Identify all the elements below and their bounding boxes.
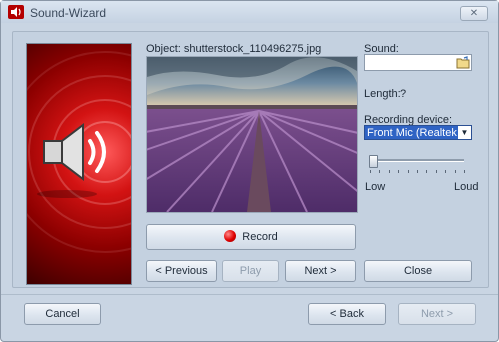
volume-slider-track [370, 159, 464, 162]
length-label: Length: [364, 88, 401, 100]
previous-media-label: < Previous [155, 265, 208, 277]
recording-device-select[interactable]: Front Mic (Realtek HD Audio) ▼ [364, 125, 472, 140]
next-media-button[interactable]: Next > [285, 260, 356, 282]
next-button[interactable]: Next > [398, 303, 476, 325]
record-label: Record [242, 231, 278, 243]
volume-tick [379, 170, 380, 173]
chevron-down-icon[interactable]: ▼ [458, 126, 471, 139]
record-button[interactable]: Record [146, 224, 356, 250]
close-icon: ✕ [469, 8, 479, 19]
close-button[interactable]: Close [364, 260, 472, 282]
volume-slider-thumb[interactable] [368, 155, 378, 168]
volume-tick [426, 170, 427, 173]
back-button[interactable]: < Back [308, 303, 386, 325]
play-label: Play [239, 265, 262, 277]
volume-tick [455, 170, 456, 173]
volume-tick [408, 170, 409, 173]
record-dot-icon [224, 230, 237, 242]
volume-tick [436, 170, 437, 173]
volume-low-label: Low [365, 181, 386, 193]
window-close-button[interactable]: ✕ [460, 6, 488, 21]
footer-divider [1, 294, 498, 295]
volume-tick [398, 170, 399, 173]
volume-tick [370, 170, 371, 173]
volume-tick [445, 170, 446, 173]
close-label: Close [403, 265, 433, 277]
volume-tick [417, 170, 418, 173]
sound-wizard-window: Sound-Wizard ✕ Object: shutterstock_1104… [0, 0, 499, 342]
speaker-icon [27, 51, 131, 253]
next-label: Next > [420, 308, 454, 320]
volume-tick [389, 170, 390, 173]
wizard-banner [26, 43, 132, 285]
recording-device-value: Front Mic (Realtek HD Audio) [367, 127, 471, 139]
sound-wizard-icon [8, 5, 24, 19]
volume-high-label: Loud [454, 181, 479, 193]
object-preview-image [146, 56, 358, 213]
previous-media-button[interactable]: < Previous [146, 260, 217, 282]
volume-tick [464, 170, 465, 173]
window-title: Sound-Wizard [30, 6, 107, 20]
cancel-button[interactable]: Cancel [24, 303, 101, 325]
play-button[interactable]: Play [222, 260, 279, 282]
object-label: Object: shutterstock_110496275.jpg [146, 43, 322, 55]
back-label: < Back [330, 308, 364, 320]
title-bar: Sound-Wizard ✕ [1, 1, 498, 23]
next-media-label: Next > [304, 265, 337, 277]
folder-icon[interactable] [456, 56, 470, 69]
cancel-label: Cancel [45, 308, 80, 320]
sound-file-field[interactable] [364, 54, 472, 71]
length-value: ? [400, 88, 407, 100]
